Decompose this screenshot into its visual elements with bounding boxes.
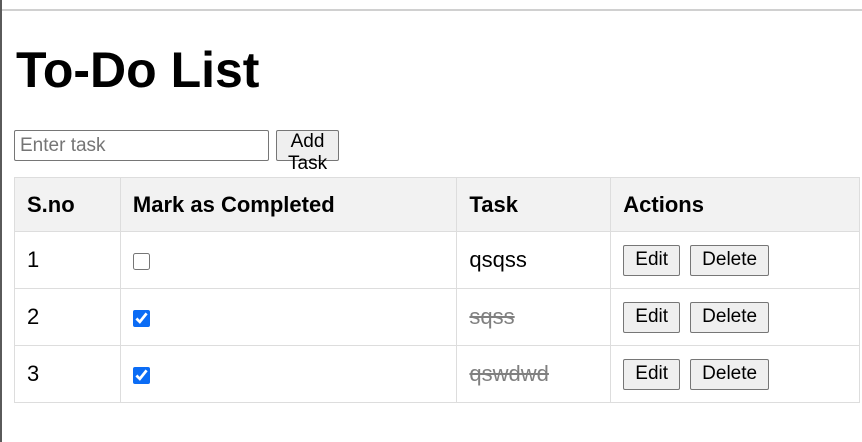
delete-button[interactable]: Delete xyxy=(690,301,770,333)
row-actions: Edit Delete xyxy=(610,345,860,403)
row-actions: Edit Delete xyxy=(610,231,860,289)
row-sno: 2 xyxy=(14,288,121,346)
header-mark-completed: Mark as Completed xyxy=(119,177,458,232)
top-divider xyxy=(2,9,862,11)
header-actions: Actions xyxy=(610,177,860,232)
table-row: 3 qswdwd Edit Delete xyxy=(14,345,860,403)
header-sno: S.no xyxy=(14,177,121,232)
row-actions: Edit Delete xyxy=(610,288,860,346)
edit-button[interactable]: Edit xyxy=(623,301,681,333)
row-mark-cell xyxy=(119,231,458,289)
page-title: To-Do List xyxy=(16,42,260,98)
task-input[interactable] xyxy=(14,130,269,161)
header-task: Task xyxy=(456,177,612,232)
window-edge xyxy=(0,0,2,442)
task-table: S.no Mark as Completed Task Actions 1 qs… xyxy=(14,177,860,403)
mark-completed-checkbox[interactable] xyxy=(132,366,150,384)
table-row: 2 sqss Edit Delete xyxy=(14,288,860,346)
delete-button[interactable]: Delete xyxy=(690,244,770,276)
row-task: sqss xyxy=(456,288,612,346)
edit-button[interactable]: Edit xyxy=(623,244,681,276)
row-mark-cell xyxy=(119,288,458,346)
row-mark-cell xyxy=(119,345,458,403)
browser-viewport: To-Do List Add Task S.no Mark as Complet… xyxy=(0,0,862,442)
row-task: qswdwd xyxy=(456,345,612,403)
row-sno: 3 xyxy=(14,345,121,403)
mark-completed-checkbox[interactable] xyxy=(132,309,150,327)
table-row: 1 qsqss Edit Delete xyxy=(14,231,860,289)
row-sno: 1 xyxy=(14,231,121,289)
add-task-button[interactable]: Add Task xyxy=(276,130,340,174)
table-header-row: S.no Mark as Completed Task Actions xyxy=(14,177,860,232)
row-task: qsqss xyxy=(456,231,612,289)
add-task-form: Add Task xyxy=(14,130,340,174)
mark-completed-checkbox[interactable] xyxy=(132,252,150,270)
delete-button[interactable]: Delete xyxy=(690,358,770,390)
edit-button[interactable]: Edit xyxy=(623,358,681,390)
